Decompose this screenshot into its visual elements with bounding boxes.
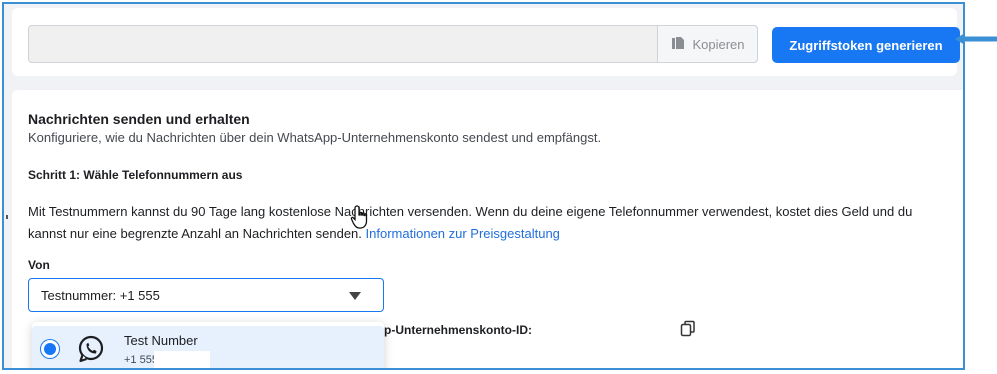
hand-cursor-icon — [350, 204, 372, 235]
step-1-heading: Schritt 1: Wähle Telefonnummern aus — [28, 168, 243, 182]
screenshot-frame: Kopieren Zugriffstoken generieren Nachri… — [2, 2, 965, 370]
from-label: Von — [28, 258, 50, 272]
generate-token-button[interactable]: Zugriffstoken generieren — [772, 27, 960, 63]
whatsapp-icon — [76, 334, 106, 368]
test-number-description: Mit Testnummern kannst du 90 Tage lang k… — [28, 201, 948, 245]
redaction-mask — [154, 351, 210, 368]
business-account-id-label: p-Unternehmenskonto-ID: — [384, 323, 532, 337]
radio-selected-icon[interactable] — [44, 343, 56, 355]
access-token-field[interactable] — [28, 25, 758, 63]
pricing-link[interactable]: Informationen zur Preisgestaltung — [366, 226, 560, 241]
from-number-select[interactable]: Testnummer: +1 555 — [28, 278, 384, 312]
option-name: Test Number — [124, 333, 198, 348]
dropdown-option-test-number[interactable]: Test Number +1 555 — [32, 326, 384, 368]
from-number-value: Testnummer: +1 555 — [41, 288, 160, 303]
arrow-left-icon — [955, 32, 997, 50]
copy-button-label: Kopieren — [692, 36, 745, 52]
edge-marker — [6, 215, 8, 219]
token-card: Kopieren Zugriffstoken generieren — [12, 8, 960, 76]
copy-icon[interactable] — [680, 320, 696, 343]
number-dropdown-menu: Test Number +1 555 — [32, 322, 384, 368]
messaging-card: Nachrichten senden und erhalten Konfigur… — [12, 90, 963, 368]
copy-token-button[interactable]: Kopieren — [657, 25, 758, 63]
section-title: Nachrichten senden und erhalten — [28, 111, 250, 127]
chevron-down-icon[interactable] — [349, 292, 361, 300]
copy-icon — [670, 35, 686, 54]
option-number: +1 555 — [124, 354, 158, 366]
section-subtitle: Konfiguriere, wie du Nachrichten über de… — [28, 130, 602, 145]
